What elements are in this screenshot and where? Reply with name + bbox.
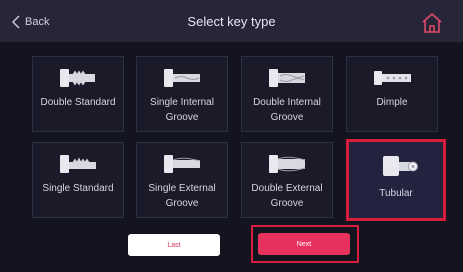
double-internal-groove-key-icon (269, 69, 305, 87)
key-type-double-internal-groove[interactable]: Double Internal Groove (241, 56, 333, 132)
key-type-double-external-groove[interactable]: Double External Groove (241, 142, 333, 218)
key-type-single-standard[interactable]: Single Standard (32, 142, 124, 218)
key-type-label: Double Standard (40, 97, 116, 108)
next-button[interactable]: Next (258, 233, 350, 255)
key-type-label: Dimple (376, 97, 408, 108)
single-external-groove-key-icon (164, 155, 201, 173)
key-type-label: Single Standard (42, 183, 114, 194)
dimple-key-icon (374, 71, 411, 85)
single-internal-groove-key-icon (164, 69, 200, 87)
last-button[interactable]: Last (128, 234, 220, 256)
single-standard-key-icon (60, 155, 96, 173)
key-type-single-external-groove[interactable]: Single External Groove (136, 142, 228, 218)
key-type-label: Single Internal (150, 97, 214, 108)
page-title: Select key type (187, 14, 276, 29)
key-type-label-line2: Groove (270, 112, 304, 123)
key-type-label-line2: Groove (165, 198, 199, 209)
key-type-label: Double Internal (253, 97, 321, 108)
key-type-dimple[interactable]: Dimple (346, 56, 438, 132)
key-type-label: Single External (148, 183, 216, 194)
home-icon[interactable] (420, 11, 444, 35)
key-type-label: Double External (251, 183, 323, 194)
key-type-single-internal-groove[interactable]: Single Internal Groove (136, 56, 228, 132)
double-external-groove-key-icon (269, 155, 306, 173)
key-type-label: Tubular (379, 188, 413, 199)
key-type-label-line2: Groove (270, 198, 304, 209)
tubular-key-icon (383, 156, 418, 176)
key-type-tubular[interactable]: Tubular (346, 139, 446, 221)
key-type-label-line2: Groove (165, 112, 199, 123)
double-standard-key-icon (60, 69, 95, 87)
key-type-double-standard[interactable]: Double Standard (32, 56, 124, 132)
